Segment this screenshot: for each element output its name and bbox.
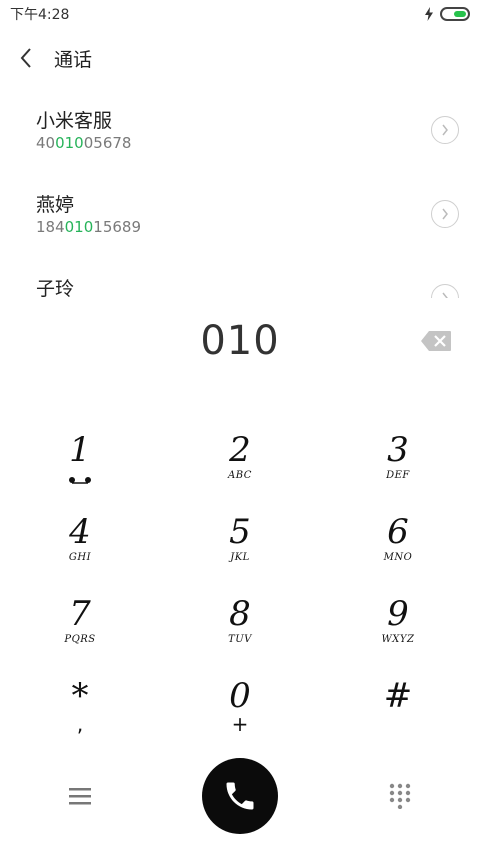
menu-button[interactable] — [62, 778, 98, 814]
back-button[interactable] — [0, 36, 52, 80]
charging-icon — [425, 7, 433, 21]
number-match: 010 — [64, 218, 94, 236]
dialpad-button[interactable] — [382, 778, 418, 814]
battery-level — [454, 11, 466, 17]
contact-number: 4001005678 — [36, 134, 132, 152]
contact-item[interactable]: 燕婷 18401015689 — [0, 174, 480, 258]
dialed-number: 010 — [200, 318, 280, 364]
key-3[interactable]: 3 DEF — [338, 430, 458, 504]
backspace-button[interactable] — [420, 330, 452, 352]
chevron-left-icon — [20, 48, 31, 68]
call-button[interactable] — [202, 758, 278, 834]
dialpad-icon — [389, 783, 411, 809]
contact-item[interactable]: 小米客服 4001005678 — [0, 90, 480, 174]
status-icons — [424, 7, 470, 21]
battery-icon — [440, 7, 470, 21]
key-star[interactable]: * , — [20, 676, 140, 750]
number-match: 010 — [55, 134, 84, 152]
key-6[interactable]: 6 MNO — [338, 512, 458, 586]
contact-detail-button[interactable] — [431, 284, 459, 298]
contact-detail-button[interactable] — [431, 200, 459, 228]
header: 通话 — [0, 36, 480, 80]
key-7[interactable]: 7 PQRS — [20, 594, 140, 668]
key-hash[interactable]: # — [338, 676, 458, 750]
backspace-icon — [421, 331, 451, 351]
contact-detail-button[interactable] — [431, 116, 459, 144]
status-bar: 下午4:28 — [0, 0, 480, 28]
key-2[interactable]: 2 ABC — [180, 430, 300, 504]
key-5[interactable]: 5 JKL — [180, 512, 300, 586]
phone-icon — [226, 782, 254, 810]
chevron-right-icon — [442, 124, 448, 136]
contact-item[interactable]: 子玲 — [0, 258, 480, 298]
contact-name: 燕婷 — [36, 194, 75, 216]
key-8[interactable]: 8 TUV — [180, 594, 300, 668]
key-4[interactable]: 4 GHI — [20, 512, 140, 586]
key-9[interactable]: 9 WXYZ — [338, 594, 458, 668]
contact-suggestions: 小米客服 4001005678 燕婷 18401015689 子玲 — [0, 90, 480, 298]
status-time: 下午4:28 — [10, 7, 70, 23]
contact-number: 18401015689 — [36, 218, 141, 236]
chevron-right-icon — [442, 208, 448, 220]
page-title: 通话 — [54, 48, 93, 71]
key-1[interactable]: 1 — [20, 430, 140, 504]
dial-display: 010 — [0, 314, 480, 374]
bottom-bar — [0, 756, 480, 836]
chevron-right-icon — [442, 292, 448, 298]
contact-name: 小米客服 — [36, 110, 113, 132]
voicemail-icon — [69, 477, 91, 484]
contact-name: 子玲 — [36, 278, 75, 298]
key-0[interactable]: 0 + — [180, 676, 300, 750]
menu-icon — [69, 788, 91, 805]
